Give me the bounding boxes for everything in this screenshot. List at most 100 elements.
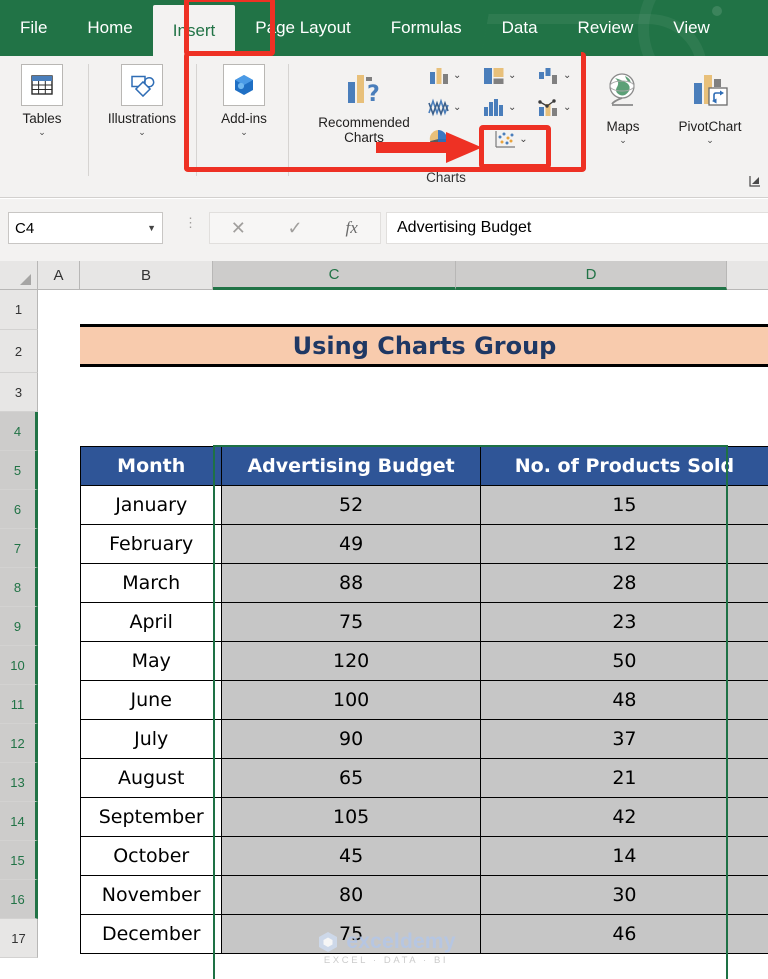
row-header-9[interactable]: 9	[0, 607, 38, 646]
row-header-4[interactable]: 4	[0, 412, 38, 451]
row-header-1[interactable]: 1	[0, 290, 38, 330]
row-header-16[interactable]: 16	[0, 880, 38, 919]
column-header-c[interactable]: C	[213, 261, 456, 290]
cell-products-sold[interactable]: 28	[479, 563, 768, 603]
row-header-15[interactable]: 15	[0, 841, 38, 880]
row-header-5[interactable]: 5	[0, 451, 38, 490]
cell-advertising-budget[interactable]: 88	[221, 563, 481, 603]
chevron-down-icon[interactable]: ⌄	[240, 127, 248, 137]
combo-chart-button[interactable]: ⌄	[536, 94, 574, 121]
row-header-13[interactable]: 13	[0, 763, 38, 802]
ribbon-tab-page-layout[interactable]: Page Layout	[235, 0, 370, 56]
chevron-down-icon[interactable]: ⌄	[619, 135, 627, 145]
cell-products-sold[interactable]: 23	[479, 602, 768, 642]
cell-month[interactable]: October	[79, 836, 223, 876]
cell-products-sold[interactable]: 21	[479, 758, 768, 798]
cell-month[interactable]: June	[79, 680, 223, 720]
cell-products-sold[interactable]: 48	[479, 680, 768, 720]
chevron-down-icon[interactable]: ⌄	[563, 102, 571, 113]
cell-products-sold[interactable]: 37	[479, 719, 768, 759]
sheet-title-cell[interactable]: Using Charts Group	[80, 324, 768, 367]
waterfall-chart-button[interactable]: ⌄	[536, 62, 574, 89]
ribbon-tab-file[interactable]: File	[0, 0, 67, 56]
chevron-down-icon[interactable]: ⌄	[453, 70, 461, 81]
cell-products-sold[interactable]: 42	[479, 797, 768, 837]
illustrations-button[interactable]: Illustrations ⌄	[100, 56, 184, 137]
enter-icon[interactable]: ✓	[267, 218, 324, 239]
column-chart-button[interactable]: ⌄	[426, 62, 464, 89]
select-all-corner[interactable]	[0, 261, 38, 290]
chevron-down-icon[interactable]: ⌄	[38, 127, 46, 137]
cell-products-sold[interactable]: 46	[479, 914, 768, 954]
column-header-e[interactable]	[727, 261, 768, 290]
cell-month[interactable]: November	[79, 875, 223, 915]
recommended-charts-button[interactable]: ? Recommended Charts	[302, 56, 426, 145]
chevron-down-icon[interactable]: ▼	[147, 223, 156, 233]
column-header-d[interactable]: D	[456, 261, 727, 290]
chevron-down-icon[interactable]: ⌄	[508, 70, 516, 81]
cell-month[interactable]: March	[79, 563, 223, 603]
charts-dialog-launcher[interactable]	[748, 174, 762, 193]
chevron-down-icon[interactable]: ⌄	[453, 134, 461, 145]
row-header-14[interactable]: 14	[0, 802, 38, 841]
cell-advertising-budget[interactable]: 120	[221, 641, 481, 681]
cell-advertising-budget[interactable]: 49	[221, 524, 481, 564]
cell-month[interactable]: February	[79, 524, 223, 564]
addins-button[interactable]: Add-ins ⌄	[205, 56, 283, 137]
pie-chart-button[interactable]: ⌄	[426, 126, 464, 153]
scatter-chart-button[interactable]: ⌄	[488, 126, 532, 153]
cell-month[interactable]: May	[79, 641, 223, 681]
cell-advertising-budget[interactable]: 52	[221, 485, 481, 525]
row-header-2[interactable]: 2	[0, 330, 38, 373]
row-header-10[interactable]: 10	[0, 646, 38, 685]
cell-products-sold[interactable]: 14	[479, 836, 768, 876]
cell-month[interactable]: December	[79, 914, 223, 954]
row-header-6[interactable]: 6	[0, 490, 38, 529]
cell-advertising-budget[interactable]: 100	[221, 680, 481, 720]
column-header-a[interactable]: A	[38, 261, 80, 290]
cell-advertising-budget[interactable]: 45	[221, 836, 481, 876]
ribbon-tab-view[interactable]: View	[653, 0, 730, 56]
cell-advertising-budget[interactable]: 80	[221, 875, 481, 915]
chevron-down-icon[interactable]: ⌄	[138, 127, 146, 137]
ribbon-tab-data[interactable]: Data	[482, 0, 558, 56]
row-header-11[interactable]: 11	[0, 685, 38, 724]
cell-advertising-budget[interactable]: 75	[221, 602, 481, 642]
row-header-7[interactable]: 7	[0, 529, 38, 568]
cell-advertising-budget[interactable]: 75	[221, 914, 481, 954]
column-header-b[interactable]: B	[80, 261, 213, 290]
hierarchy-chart-button[interactable]: ⌄	[481, 62, 519, 89]
cell-month[interactable]: July	[79, 719, 223, 759]
cell-products-sold[interactable]: 15	[479, 485, 768, 525]
chevron-down-icon[interactable]: ⌄	[706, 135, 714, 145]
cell-month[interactable]: August	[79, 758, 223, 798]
cell-month[interactable]: January	[79, 485, 223, 525]
header-products-sold[interactable]: No. of Products Sold	[479, 446, 768, 486]
insert-function-icon[interactable]: fx	[323, 218, 380, 238]
cell-products-sold[interactable]: 30	[479, 875, 768, 915]
pivotchart-button[interactable]: PivotChart ⌄	[664, 58, 756, 145]
cell-products-sold[interactable]: 50	[479, 641, 768, 681]
cell-advertising-budget[interactable]: 65	[221, 758, 481, 798]
cell-advertising-budget[interactable]: 90	[221, 719, 481, 759]
header-month[interactable]: Month	[79, 446, 223, 486]
cancel-icon[interactable]: ✕	[210, 218, 267, 239]
ribbon-tab-review[interactable]: Review	[558, 0, 654, 56]
row-header-3[interactable]: 3	[0, 373, 38, 412]
cell-month[interactable]: September	[79, 797, 223, 837]
tables-button[interactable]: Tables ⌄	[4, 56, 80, 137]
ribbon-tab-home[interactable]: Home	[67, 0, 152, 56]
statistic-chart-button[interactable]: ⌄	[481, 94, 519, 121]
cell-advertising-budget[interactable]: 105	[221, 797, 481, 837]
chevron-down-icon[interactable]: ⌄	[453, 102, 461, 113]
row-header-17[interactable]: 17	[0, 919, 38, 958]
name-box[interactable]: C4 ▼	[8, 212, 163, 244]
chevron-down-icon[interactable]: ⌄	[508, 102, 516, 113]
ribbon-tab-formulas[interactable]: Formulas	[371, 0, 482, 56]
header-advertising-budget[interactable]: Advertising Budget	[221, 446, 481, 486]
maps-button[interactable]: Maps ⌄	[586, 58, 660, 145]
row-header-12[interactable]: 12	[0, 724, 38, 763]
ribbon-tab-insert[interactable]: Insert	[152, 5, 236, 56]
chevron-down-icon[interactable]: ⌄	[563, 70, 571, 81]
chevron-down-icon[interactable]: ⌄	[519, 134, 527, 145]
